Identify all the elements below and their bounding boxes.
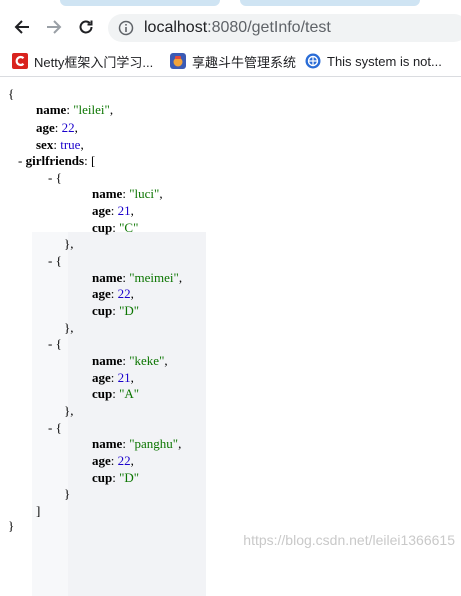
collapse-toggle[interactable]: - bbox=[48, 336, 56, 351]
object-open: - { bbox=[48, 170, 62, 185]
json-number-value: 22 bbox=[61, 120, 75, 135]
json-line-gf-name: name: "luci", bbox=[92, 186, 163, 201]
array-close-bracket: ] bbox=[36, 503, 41, 518]
watermark: https://blog.csdn.net/leilei1366615 bbox=[243, 532, 455, 548]
json-line-gf-cup: cup: "C" bbox=[92, 220, 139, 235]
root-close-brace: } bbox=[8, 518, 15, 533]
json-line-gf-name: name: "meimei", bbox=[92, 270, 183, 285]
browser-tab[interactable] bbox=[60, 0, 220, 6]
bookmark-system[interactable]: This system is not... bbox=[305, 51, 442, 71]
json-line-gf-age: age: 22, bbox=[92, 453, 134, 468]
json-line-gf-name: name: "keke", bbox=[92, 353, 168, 368]
json-key: name bbox=[36, 102, 67, 117]
json-line-gf-cup: cup: "A" bbox=[92, 386, 140, 401]
bookmark-label: This system is not... bbox=[327, 53, 442, 69]
object-close: }, bbox=[64, 236, 74, 251]
forward-arrow-icon bbox=[47, 20, 62, 34]
object-close: }, bbox=[64, 403, 74, 418]
bookmark-netty[interactable]: Netty框架入门学习... bbox=[12, 51, 153, 71]
bookmark-douniu[interactable]: 享趣斗牛管理系统 bbox=[170, 51, 296, 71]
json-line-sex: sex: true, bbox=[36, 137, 84, 152]
json-bool-value: true bbox=[60, 137, 81, 152]
object-close: } bbox=[64, 486, 71, 501]
collapse-toggle[interactable]: - bbox=[48, 420, 56, 435]
json-line-age: age: 22, bbox=[36, 120, 78, 135]
json-line-gf-cup: cup: "D" bbox=[92, 303, 140, 318]
array-open-bracket: [ bbox=[90, 153, 96, 168]
json-viewer: { name: "leilei", age: 22, sex: true, - … bbox=[0, 80, 461, 596]
json-line-gf-cup: cup: "D" bbox=[92, 470, 140, 485]
tab-strip bbox=[0, 0, 461, 8]
object-open: - { bbox=[48, 253, 62, 268]
json-key: girlfriends bbox=[25, 153, 85, 168]
url-text: localhost:8080/getInfo/test bbox=[144, 18, 331, 38]
back-button[interactable] bbox=[10, 15, 34, 39]
root-open-brace: { bbox=[8, 86, 15, 101]
bookmark-label: Netty框架入门学习... bbox=[34, 54, 154, 70]
url-host: localhost bbox=[144, 19, 208, 36]
object-close: }, bbox=[64, 320, 74, 335]
browser-tab[interactable] bbox=[240, 0, 420, 6]
browser-toolbar: localhost:8080/getInfo/test bbox=[0, 8, 461, 46]
json-string-value: "leilei" bbox=[73, 102, 110, 117]
bookmarks-bar: Netty框架入门学习... 享趣斗牛管理系统 This system is n… bbox=[0, 46, 461, 77]
collapse-toggle[interactable]: - bbox=[48, 253, 56, 268]
c-logo-icon bbox=[12, 53, 28, 69]
json-line-gf-age: age: 22, bbox=[92, 286, 134, 301]
url-path: :8080/getInfo/test bbox=[207, 19, 331, 36]
address-bar[interactable]: localhost:8080/getInfo/test bbox=[108, 14, 461, 42]
json-line-gf-age: age: 21, bbox=[92, 370, 134, 385]
json-key: age bbox=[36, 120, 55, 135]
json-line-gf-name: name: "panghu", bbox=[92, 436, 182, 451]
firefox-globe-icon bbox=[305, 53, 321, 69]
json-line-girlfriends: - girlfriends: [ bbox=[18, 153, 96, 168]
collapse-toggle[interactable]: - bbox=[48, 170, 56, 185]
json-line-name: name: "leilei", bbox=[36, 102, 114, 117]
forward-button[interactable] bbox=[42, 15, 66, 39]
app-logo-icon bbox=[170, 53, 186, 69]
info-icon[interactable] bbox=[118, 20, 134, 36]
object-open: - { bbox=[48, 336, 62, 351]
back-arrow-icon bbox=[14, 20, 29, 34]
json-line-gf-age: age: 21, bbox=[92, 203, 134, 218]
bookmark-label: 享趣斗牛管理系统 bbox=[192, 54, 297, 70]
object-open: - { bbox=[48, 420, 62, 435]
reload-icon bbox=[79, 20, 93, 34]
reload-button[interactable] bbox=[74, 15, 98, 39]
json-key: sex bbox=[36, 137, 54, 152]
collapse-toggle[interactable]: - bbox=[18, 153, 26, 168]
